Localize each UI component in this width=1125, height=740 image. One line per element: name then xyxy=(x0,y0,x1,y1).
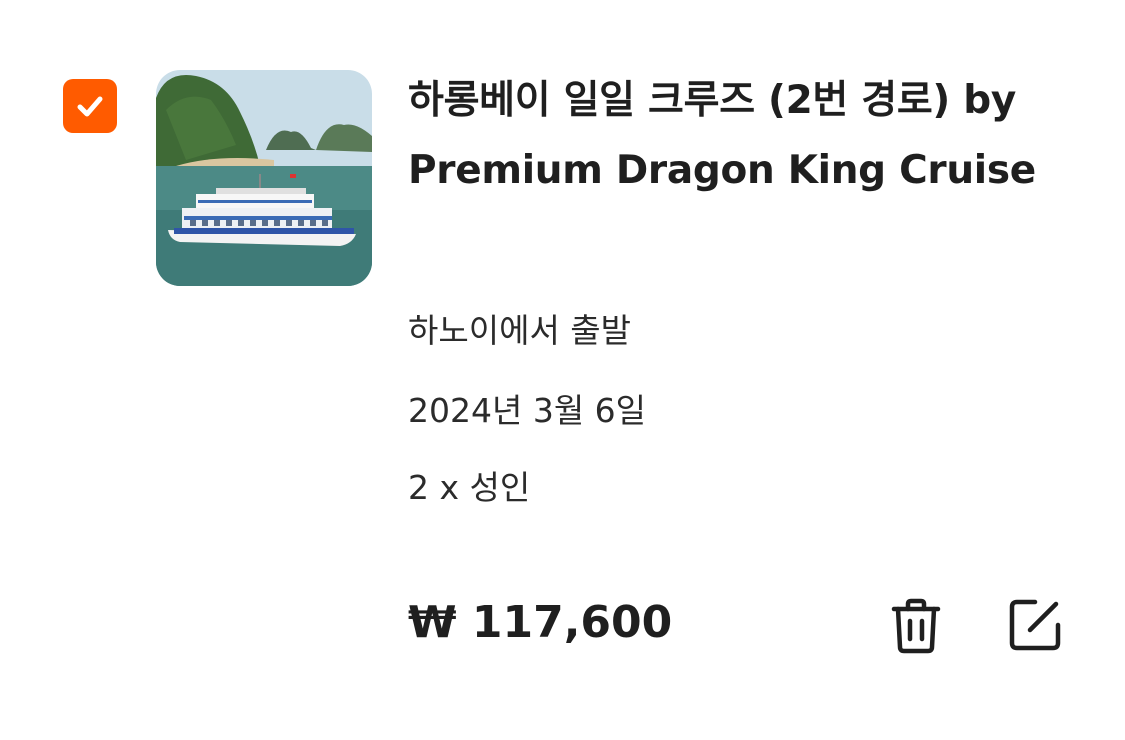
item-details: 하롱베이 일일 크루즈 (2번 경로) by Premium Dragon Ki… xyxy=(408,66,1048,206)
edit-button[interactable] xyxy=(1002,592,1068,658)
select-checkbox[interactable] xyxy=(63,79,117,133)
check-icon xyxy=(77,96,103,117)
item-price: ₩ 117,600 xyxy=(408,597,673,648)
tour-title[interactable]: 하롱베이 일일 크루즈 (2번 경로) by Premium Dragon Ki… xyxy=(408,66,1048,206)
departure-info: 하노이에서 출발 xyxy=(408,311,632,350)
edit-icon xyxy=(1009,599,1061,651)
tour-thumbnail[interactable] xyxy=(156,70,372,286)
tour-date: 2024년 3월 6일 xyxy=(408,391,647,430)
delete-button[interactable] xyxy=(883,592,949,658)
guest-count: 2 x 성인 xyxy=(408,468,531,507)
trash-icon xyxy=(891,598,941,654)
